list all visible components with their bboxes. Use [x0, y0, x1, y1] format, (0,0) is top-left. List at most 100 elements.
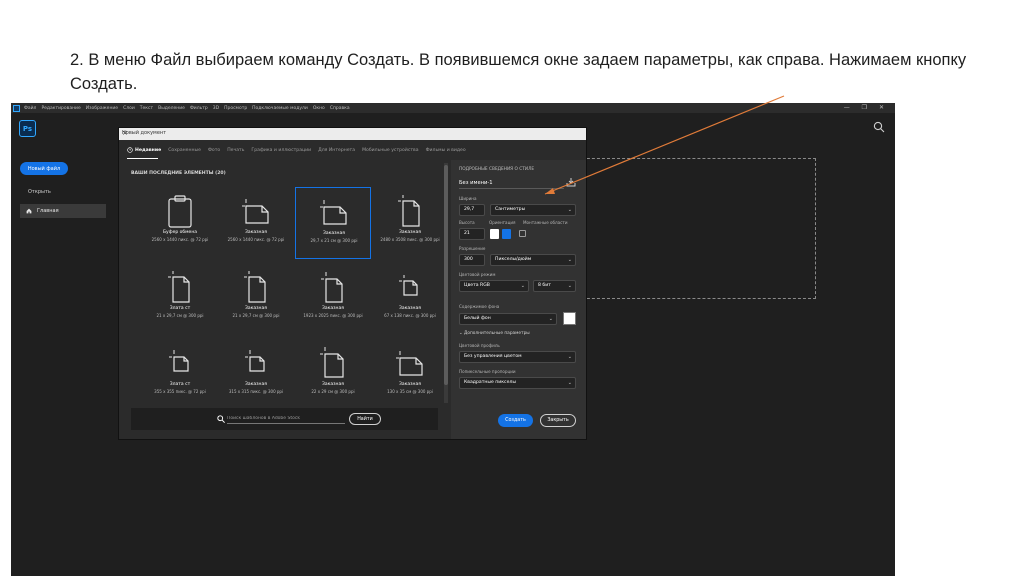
advanced-options-label: Дополнительные параметры	[463, 331, 530, 336]
background-color-swatch[interactable]	[563, 312, 576, 325]
tab-print[interactable]: Печать	[227, 148, 244, 153]
search-icon	[217, 415, 225, 423]
color-profile-label: Цветовой профиль	[459, 343, 500, 348]
document-portrait-icon	[168, 271, 190, 303]
menu-view[interactable]: Просмотр	[224, 106, 247, 111]
recent-items-header: ВАШИ ПОСЛЕДНИЕ ЭЛЕМЕНТЫ (20)	[131, 171, 226, 176]
menu-plugins[interactable]: Подключаемые модули	[252, 106, 308, 111]
height-label: Высота	[459, 220, 475, 225]
tab-photo[interactable]: Фото	[208, 148, 220, 153]
preset-name: Злата ст	[169, 306, 191, 311]
pixel-aspect-select[interactable]: Квадратные пикселы ⌄	[459, 377, 576, 389]
document-portrait-icon	[398, 195, 420, 227]
create-button[interactable]: Создать	[498, 414, 533, 427]
width-input[interactable]: 29,7	[459, 204, 485, 216]
tab-saved[interactable]: Сохраненные	[168, 148, 201, 153]
stock-search-input[interactable]	[227, 414, 345, 424]
preset-card[interactable]: Заказная 130 x 35 см @ 300 ppi	[372, 339, 448, 411]
preset-card[interactable]: Злата ст 21 x 29,7 см @ 300 ppi	[142, 263, 218, 335]
preset-card[interactable]: Заказная 1923 x 2025 пикс. @ 300 ppi	[295, 263, 371, 335]
preset-card[interactable]: Заказная 2560 x 1440 пикс. @ 72 ppi	[218, 187, 294, 259]
new-file-button[interactable]: Новый файл	[20, 162, 68, 175]
window-controls[interactable]: — ❐ ✕	[844, 104, 889, 111]
preset-desc: 315 x 315 пикс. @ 300 ppi	[228, 389, 284, 394]
menu-image[interactable]: Изображение	[86, 106, 118, 111]
document-portrait-icon	[321, 272, 343, 303]
chevron-down-icon: ⌄	[567, 354, 572, 360]
width-unit-select[interactable]: Сантиметры ⌄	[490, 204, 576, 216]
tab-mobile[interactable]: Мобильные устройства	[362, 148, 419, 153]
preset-card[interactable]: Злата ст 355 x 355 пикс. @ 72 ppi	[142, 339, 218, 411]
color-mode-select[interactable]: Цвета RGB ⌄	[459, 280, 529, 292]
dialog-close-icon[interactable]: ×	[122, 129, 582, 137]
menu-3d[interactable]: 3D	[213, 106, 219, 111]
resolution-input[interactable]: 300	[459, 254, 485, 266]
preset-name: Злата ст	[169, 382, 191, 387]
color-mode-label: Цветовой режим	[459, 272, 496, 277]
find-button[interactable]: Найти	[349, 413, 381, 425]
chevron-down-icon: ⌄	[567, 380, 572, 386]
preset-card-selected[interactable]: Заказная 29,7 x 21 см @ 300 ppi	[295, 187, 371, 259]
bit-depth-select[interactable]: 8 бит ⌄	[533, 280, 576, 292]
preset-name: Буфер обмена	[162, 230, 198, 235]
preset-name: Заказная	[245, 230, 267, 235]
menu-window[interactable]: Окно	[313, 106, 325, 111]
tab-art-illustration[interactable]: Графика и иллюстрации	[251, 148, 311, 153]
preset-card[interactable]: Заказная 2480 x 3508 пикс. @ 300 ppi	[372, 187, 448, 259]
search-icon[interactable]	[873, 121, 885, 133]
advanced-options-toggle[interactable]: ⌄ Дополнительные параметры	[459, 331, 530, 336]
document-landscape-icon	[242, 199, 269, 224]
clipboard-icon	[168, 195, 192, 228]
presets-pane: ВАШИ ПОСЛЕДНИЕ ЭЛЕМЕНТЫ (20) Буфер обмен…	[119, 160, 451, 439]
menu-file[interactable]: Файл	[24, 106, 36, 111]
tab-film-video[interactable]: Фильмы и видео	[426, 148, 466, 153]
preset-desc: 1923 x 2025 пикс. @ 300 ppi	[303, 313, 363, 318]
preset-card[interactable]: Заказная 315 x 315 пикс. @ 300 ppi	[218, 339, 294, 411]
open-button[interactable]: Открыть	[28, 189, 51, 195]
preset-desc: 2560 x 1440 пикс. @ 72 ppi	[227, 237, 285, 242]
resolution-unit-select[interactable]: Пикселы/дюйм ⌄	[490, 254, 576, 266]
preset-tabs: Недавние Сохраненные Фото Печать Графика…	[119, 140, 466, 160]
preset-name: Заказная	[323, 231, 345, 236]
close-button[interactable]: Закрыть	[540, 414, 576, 427]
home-icon	[26, 208, 32, 214]
sidebar-item-home[interactable]: Главная	[20, 204, 106, 218]
menu-edit[interactable]: Редактирование	[41, 106, 80, 111]
dialog-titlebar: Новый документ ×	[119, 128, 586, 140]
menu-filter[interactable]: Фильтр	[190, 106, 208, 111]
pixel-aspect-label: Попиксельные пропорции	[459, 369, 516, 374]
preset-desc: 67 x 138 пикс. @ 300 ppi	[384, 313, 436, 318]
preset-card[interactable]: Заказная 22 x 29 см @ 300 ppi	[295, 339, 371, 411]
preset-desc: 2480 x 3508 пикс. @ 300 ppi	[380, 237, 440, 242]
preset-desc: 130 x 35 см @ 300 ppi	[387, 389, 433, 394]
menu-type[interactable]: Текст	[140, 106, 153, 111]
document-name-field[interactable]: Без имени-1	[459, 180, 493, 186]
menu-select[interactable]: Выделение	[158, 106, 185, 111]
background-select[interactable]: Белый фон ⌄	[459, 313, 557, 325]
preset-card[interactable]: Заказная 67 x 138 пикс. @ 300 ppi	[372, 263, 448, 335]
preset-card[interactable]: Буфер обмена 2560 x 1440 пикс. @ 72 ppi	[142, 187, 218, 259]
artboards-checkbox[interactable]	[519, 230, 526, 237]
slide-instruction: 2. В меню Файл выбираем команду Создать.…	[70, 51, 967, 93]
menu-help[interactable]: Справка	[330, 106, 350, 111]
active-tab-indicator	[127, 158, 158, 159]
orientation-label: Ориентация	[489, 220, 516, 225]
tab-recent[interactable]: Недавние	[127, 147, 161, 153]
portrait-orientation-icon[interactable]	[490, 229, 499, 239]
bit-depth-value: 8 бит	[538, 283, 551, 288]
pixel-aspect-value: Квадратные пикселы	[464, 380, 516, 385]
preset-card[interactable]: Заказная 21 x 29,7 см @ 300 ppi	[218, 263, 294, 335]
presets-scroll-thumb[interactable]	[444, 165, 448, 385]
width-label: Ширина	[459, 196, 477, 201]
landscape-orientation-icon[interactable]	[502, 229, 511, 239]
tab-web[interactable]: Для Интернета	[318, 148, 355, 153]
preset-name: Заказная	[245, 382, 267, 387]
menu-layer[interactable]: Слои	[123, 106, 135, 111]
color-profile-select[interactable]: Без управления цветом ⌄	[459, 351, 576, 363]
ps-small-logo-icon	[13, 104, 20, 112]
save-preset-icon[interactable]	[566, 177, 576, 187]
height-input[interactable]: 21	[459, 228, 485, 240]
resolution-unit-value: Пикселы/дюйм	[495, 257, 532, 262]
preset-desc: 29,7 x 21 см @ 300 ppi	[310, 238, 358, 243]
name-underline	[459, 188, 564, 189]
